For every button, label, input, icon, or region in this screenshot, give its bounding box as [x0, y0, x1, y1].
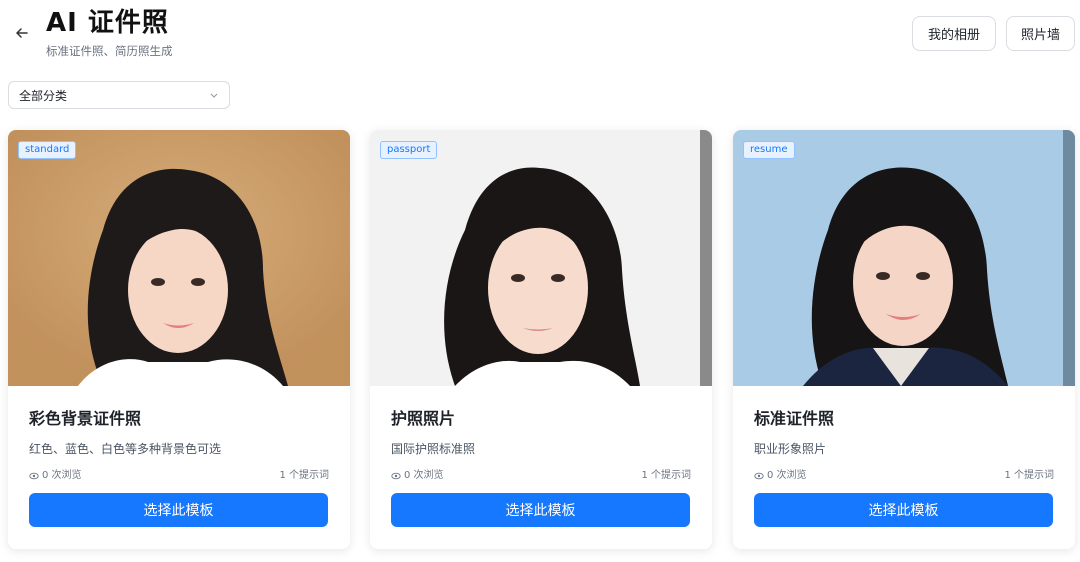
prompt-count: 1 个提示词: [279, 470, 329, 481]
template-description: 国际护照标准照: [391, 442, 476, 456]
template-description: 职业形象照片: [754, 442, 827, 456]
prompt-count: 1 个提示词: [1004, 470, 1054, 481]
select-template-button[interactable]: 选择此模板: [29, 493, 328, 527]
template-tag: resume: [743, 141, 795, 159]
view-count: 0 次浏览: [29, 469, 82, 483]
view-count-text: 0 次浏览: [42, 470, 82, 481]
select-template-button[interactable]: 选择此模板: [754, 493, 1053, 527]
view-count-text: 0 次浏览: [767, 470, 807, 481]
chevron-down-icon: [210, 93, 218, 98]
back-button[interactable]: [13, 24, 31, 42]
eye-icon: [29, 472, 39, 480]
template-meta: 0 次浏览 1 个提示词: [754, 469, 1054, 483]
template-meta: 0 次浏览 1 个提示词: [391, 469, 691, 483]
template-meta: 0 次浏览 1 个提示词: [29, 469, 329, 483]
page-title: AI 证件照: [46, 8, 169, 38]
arrow-left-icon: [16, 28, 28, 38]
template-description: 红色、蓝色、白色等多种背景色可选: [29, 442, 222, 456]
template-title: 护照照片: [391, 409, 456, 428]
page-subtitle: 标准证件照、简历照生成: [46, 44, 173, 58]
template-photo: standard: [8, 130, 350, 386]
template-title: 彩色背景证件照: [29, 409, 142, 428]
my-album-button[interactable]: 我的相册: [912, 16, 996, 51]
category-select[interactable]: 全部分类: [8, 81, 230, 109]
template-photo: passport: [370, 130, 712, 386]
template-card-resume[interactable]: resume 标准证件照 职业形象照片 0 次浏览 1 个提示词 选择此模板: [733, 130, 1075, 549]
prompt-count: 1 个提示词: [641, 470, 691, 481]
template-card-passport[interactable]: passport 护照照片 国际护照标准照 0 次浏览 1 个提示词 选择此模板: [370, 130, 712, 549]
select-template-button[interactable]: 选择此模板: [391, 493, 690, 527]
template-card-standard[interactable]: standard 彩色背景证件照 红色、蓝色、白色等多种背景色可选 0 次浏览 …: [8, 130, 350, 549]
template-title: 标准证件照: [754, 409, 835, 428]
category-select-value: 全部分类: [19, 88, 68, 103]
photo-wall-button[interactable]: 照片墙: [1006, 16, 1075, 51]
template-tag: standard: [18, 141, 77, 159]
view-count-text: 0 次浏览: [404, 470, 444, 481]
eye-icon: [754, 472, 764, 480]
eye-icon: [391, 472, 401, 480]
template-photo: resume: [733, 130, 1075, 386]
view-count: 0 次浏览: [754, 469, 807, 483]
page-header: AI 证件照 标准证件照、简历照生成 我的相册 照片墙: [0, 0, 1080, 70]
view-count: 0 次浏览: [391, 469, 444, 483]
template-tag: passport: [380, 141, 438, 159]
